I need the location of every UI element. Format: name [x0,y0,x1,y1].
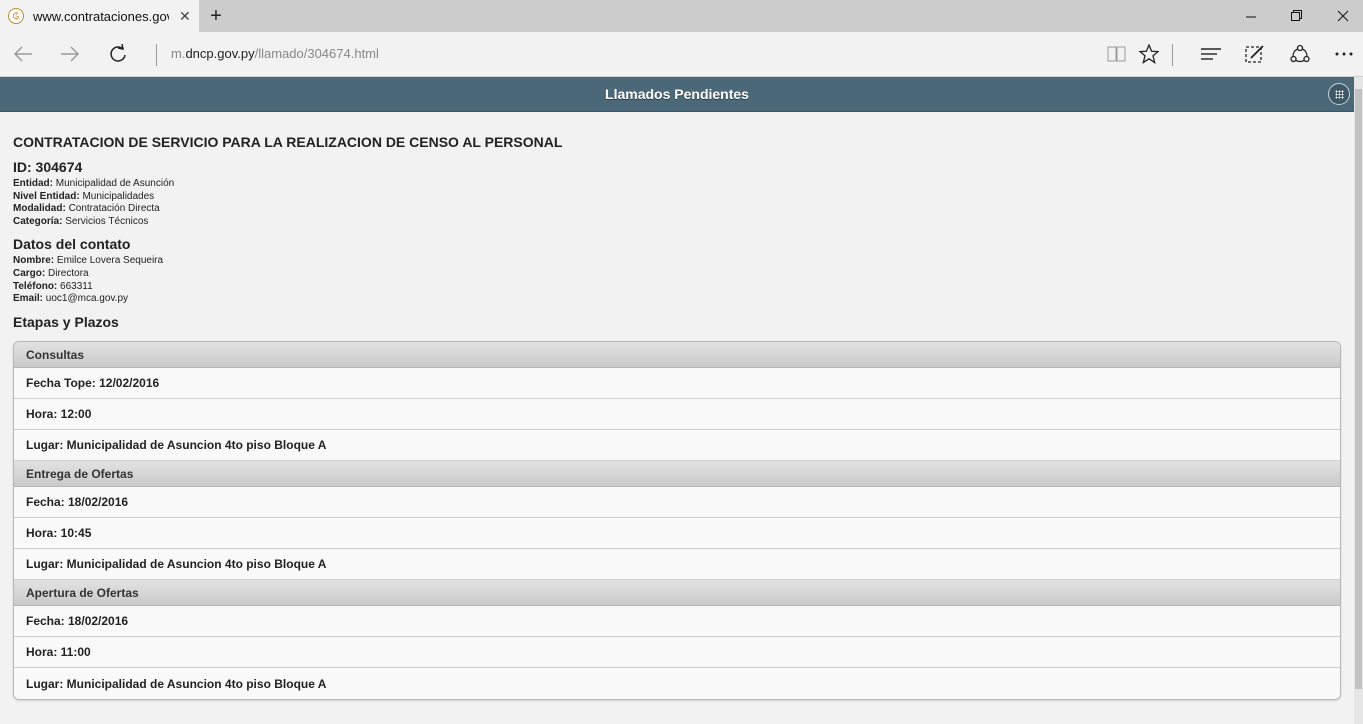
list-item: Fecha: 18/02/2016 [14,487,1340,518]
restore-icon[interactable] [1274,0,1320,32]
nombre-value: Emilce Lovera Sequeira [56,255,164,267]
nombre-label: Nombre: [13,255,55,267]
forward-arrow-icon[interactable] [55,41,85,67]
list-item: Lugar: Municipalidad de Asuncion 4to pis… [14,549,1340,580]
navigation-bar: m.dncp.gov.py/llamado/304674.html [0,32,1363,77]
refresh-icon[interactable] [103,41,133,67]
scrollbar-thumb[interactable] [1355,89,1362,689]
telefono-label: Teléfono: [13,280,58,292]
minimize-icon[interactable] [1228,0,1274,32]
page-title: Llamados Pendientes [605,86,749,102]
back-arrow-icon[interactable] [8,41,38,67]
share-icon[interactable] [1287,42,1313,66]
browser-tab[interactable]: ₲ www.contrataciones.gov ✕ [0,0,199,32]
plus-icon[interactable]: + [205,6,227,28]
tab-title: www.contrataciones.gov [33,8,169,24]
stages-list: Consultas Fecha Tope: 12/02/2016 Hora: 1… [13,341,1341,700]
email-line: Email: uoc1@mca.gov.py [13,293,1341,306]
modalidad-line: Modalidad: Contratación Directa [13,203,1341,216]
toolbar-separator [1172,44,1173,66]
hub-icon[interactable] [1198,42,1224,66]
nivel-value: Municipalidades [82,190,155,202]
tender-details: Entidad: Municipalidad de Asunción Nivel… [13,178,1341,228]
close-icon[interactable]: ✕ [179,8,191,25]
telefono-value: 663311 [60,280,93,292]
cargo-label: Cargo: [13,267,46,279]
tab-bar: ₲ www.contrataciones.gov ✕ + [0,0,1363,32]
cargo-line: Cargo: Directora [13,268,1341,281]
page-header: Llamados Pendientes [0,77,1354,112]
pen-icon[interactable] [1242,42,1268,66]
telefono-line: Teléfono: 663311 [13,281,1341,294]
email-value: uoc1@mca.gov.py [45,293,129,305]
tender-title: CONTRATACION DE SERVICIO PARA LA REALIZA… [13,134,563,150]
list-item: Fecha Tope: 12/02/2016 [14,368,1340,399]
main-content: CONTRATACION DE SERVICIO PARA LA REALIZA… [13,112,1341,330]
list-divider-apertura: Apertura de Ofertas [14,580,1340,606]
address-path: /llamado/304674.html [254,46,379,61]
categoria-value: Servicios Técnicos [65,215,149,227]
categoria-line: Categoría: Servicios Técnicos [13,216,1341,229]
address-separator [156,44,157,66]
list-item: Hora: 10:45 [14,518,1340,549]
entidad-label: Entidad: [13,178,53,189]
list-item: Fecha: 18/02/2016 [14,606,1340,637]
list-divider-consultas: Consultas [14,342,1340,368]
book-icon[interactable] [1104,42,1130,66]
window-close-icon[interactable] [1320,0,1363,32]
entidad-line: Entidad: Municipalidad de Asunción [13,178,1341,191]
list-item: Lugar: Municipalidad de Asuncion 4to pis… [14,668,1340,699]
list-divider-entrega: Entrega de Ofertas [14,461,1340,487]
nivel-label: Nivel Entidad: [13,190,80,202]
entidad-value: Municipalidad de Asunción [55,178,175,189]
star-icon[interactable] [1136,42,1162,66]
modalidad-value: Contratación Directa [68,203,160,215]
categoria-label: Categoría: [13,215,63,227]
scrollbar[interactable] [1354,77,1363,724]
grid-icon[interactable] [1328,83,1350,105]
address-bar[interactable]: m.dncp.gov.py/llamado/304674.html [171,46,379,61]
site-favicon-icon: ₲ [8,8,24,24]
list-item: Lugar: Municipalidad de Asuncion 4to pis… [14,430,1340,461]
address-host: dncp.gov.py [185,46,255,61]
nivel-line: Nivel Entidad: Municipalidades [13,191,1341,204]
list-item: Hora: 11:00 [14,637,1340,668]
stages-heading: Etapas y Plazos [13,313,119,330]
tender-id: ID: 304674 [13,159,83,175]
contact-details: Nombre: Emilce Lovera Sequeira Cargo: Di… [13,255,1341,305]
list-item: Hora: 12:00 [14,399,1340,430]
email-label: Email: [13,293,44,305]
address-prefix: m. [171,46,186,61]
more-icon[interactable] [1331,42,1357,66]
modalidad-label: Modalidad: [13,203,66,215]
cargo-value: Directora [48,267,89,279]
contact-heading: Datos del contato [13,236,131,253]
nombre-line: Nombre: Emilce Lovera Sequeira [13,255,1341,268]
